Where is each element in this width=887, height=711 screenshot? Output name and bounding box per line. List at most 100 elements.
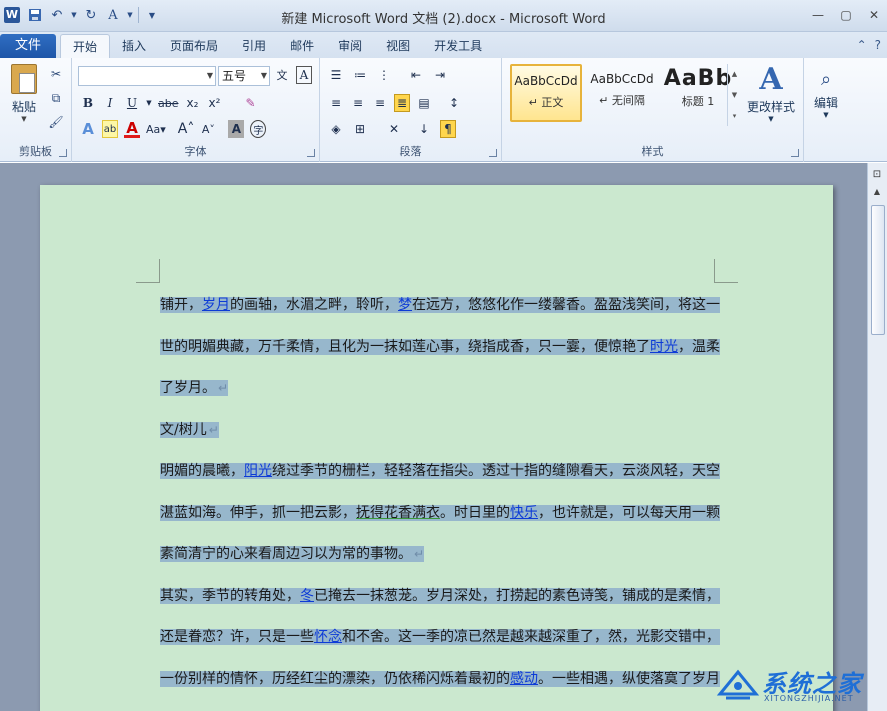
cut-icon[interactable]: ✂ [48, 66, 64, 82]
clipboard-launcher-icon[interactable] [59, 149, 67, 157]
selected-text[interactable]: 文/树儿 ↵ [160, 421, 219, 438]
document-line[interactable]: 还是眷恋？许，只是一些怀念和不舍。这一季的凉已然是越来越深重了，然，光影交错中， [160, 617, 720, 657]
document-line[interactable]: 湛蓝如海。伸手，抓一把云影，抚得花香满衣。时日里的快乐，也许就是，可以每天用一颗 [160, 493, 720, 533]
selected-text[interactable]: 其实，季节的转角处，冬已掩去一抹葱茏。岁月深处，打捞起的素色诗笺，铺成的是柔情， [160, 587, 720, 604]
font-color-icon[interactable]: A [124, 119, 140, 138]
font-size-combobox[interactable]: 五号 ▼ [218, 66, 270, 86]
document-line[interactable]: 世的明媚典藏，万千柔情，且化为一抹如莲心事，绕指成香，只一霎，便惊艳了时光，温柔 [160, 327, 720, 367]
document-area[interactable]: 铺开，岁月的画轴，水湄之畔，聆听，梦在远方，悠悠化作一缕馨香。盈盈浅笑间，将这一… [0, 163, 867, 711]
sort-icon[interactable]: ↓ [416, 120, 432, 138]
copy-icon[interactable]: ⧉ [48, 90, 64, 106]
tab-insert[interactable]: 插入 [110, 34, 158, 58]
line-spacing-icon[interactable]: ↕ [446, 94, 462, 112]
highlight-icon[interactable]: ab [102, 120, 118, 138]
paste-button[interactable]: 粘贴 ▼ [6, 64, 42, 134]
minimize-ribbon-icon[interactable]: ⌃ [857, 38, 867, 52]
scroll-thumb[interactable] [871, 205, 885, 335]
tab-review[interactable]: 审阅 [326, 34, 374, 58]
change-styles-button[interactable]: A 更改样式 ▼ [742, 62, 800, 123]
multilevel-list-icon[interactable]: ⋮ [376, 66, 392, 84]
selected-text[interactable]: 湛蓝如海。伸手，抓一把云影，抚得花香满衣。时日里的快乐，也许就是，可以每天用一颗 [160, 504, 720, 521]
format-painter-icon[interactable]: 🖌 [48, 114, 64, 130]
chinese-layout-icon[interactable]: ✕ [386, 120, 402, 138]
document-page[interactable]: 铺开，岁月的画轴，水湄之畔，聆听，梦在远方，悠悠化作一缕馨香。盈盈浅笑间，将这一… [40, 185, 833, 711]
document-line[interactable]: 素简清宁的心来看周边习以为常的事物。 ↵ [160, 534, 425, 574]
borders-icon[interactable]: ⊞ [352, 120, 368, 138]
selected-text[interactable]: 一份别样的情怀，历经红尘的漂染，仍依稀闪烁着最初的感动。一些相遇，纵使落寞了岁月 [160, 670, 720, 687]
font-launcher-icon[interactable] [307, 149, 315, 157]
gallery-down-icon[interactable]: ▼ [732, 91, 737, 99]
selected-text[interactable]: 明媚的晨曦，阳光绕过季节的栅栏，轻轻落在指尖。透过十指的缝隙看天，云淡风轻，天空 [160, 463, 720, 479]
shrink-font-icon[interactable]: A˅ [200, 120, 216, 138]
scroll-up-icon[interactable]: ▲ [868, 187, 886, 203]
hyperlink[interactable]: 怀念 [314, 629, 342, 645]
increase-indent-icon[interactable]: ⇥ [432, 66, 448, 84]
show-formatting-marks-icon[interactable]: ¶ [440, 120, 456, 138]
decrease-indent-icon[interactable]: ⇤ [408, 66, 424, 84]
hyperlink[interactable]: 梦 [398, 297, 412, 313]
document-line[interactable]: 其实，季节的转角处，冬已掩去一抹葱茏。岁月深处，打捞起的素色诗笺，铺成的是柔情， [160, 576, 720, 616]
style-normal[interactable]: AaBbCcDd ↵ 正文 [510, 64, 582, 122]
minimize-icon[interactable]: — [809, 6, 827, 24]
bullets-icon[interactable]: ☰ [328, 66, 344, 84]
shading-icon[interactable]: ◈ [328, 120, 344, 138]
text-effects-icon[interactable]: A [80, 120, 96, 138]
document-line[interactable]: 明媚的晨曦，阳光绕过季节的栅栏，轻轻落在指尖。透过十指的缝隙看天，云淡风轻，天空 [160, 451, 720, 491]
styles-launcher-icon[interactable] [791, 149, 799, 157]
help-icon[interactable]: ? [875, 38, 881, 52]
hyperlink[interactable]: 感动 [510, 671, 538, 687]
enclose-characters-icon[interactable]: 字 [250, 120, 267, 138]
selected-text[interactable]: 铺开，岁月的画轴，水湄之畔，聆听，梦在远方，悠悠化作一缕馨香。盈盈浅笑间，将这一 [160, 297, 720, 313]
font-size-dropdown-icon[interactable]: ▼ [261, 67, 267, 85]
close-icon[interactable]: ✕ [865, 6, 883, 24]
font-name-dropdown-icon[interactable]: ▼ [207, 67, 213, 85]
document-line[interactable]: 文/树儿 ↵ [160, 410, 219, 450]
paragraph-launcher-icon[interactable] [489, 149, 497, 157]
character-border-icon[interactable]: A [296, 66, 312, 84]
style-no-spacing[interactable]: AaBbCcDd ↵ 无间隔 [586, 64, 658, 122]
grow-font-icon[interactable]: A˄ [178, 120, 195, 138]
tab-file[interactable]: 文件 [0, 34, 56, 58]
subscript-button[interactable]: x₂ [185, 94, 201, 112]
document-line[interactable]: 铺开，岁月的画轴，水湄之畔，聆听，梦在远方，悠悠化作一缕馨香。盈盈浅笑间，将这一 [160, 285, 720, 325]
clear-formatting-icon[interactable]: ✎ [243, 94, 259, 112]
document-line[interactable]: 一份别样的情怀，历经红尘的漂染，仍依稀闪烁着最初的感动。一些相遇，纵使落寞了岁月 [160, 659, 720, 699]
gallery-more-icon[interactable]: ▾ [733, 112, 737, 120]
underline-button[interactable]: U [124, 94, 140, 112]
numbering-icon[interactable]: ≔ [352, 66, 368, 84]
phonetic-guide-icon[interactable]: 文 [274, 66, 290, 84]
superscript-button[interactable]: x² [207, 94, 223, 112]
hyperlink[interactable]: 快乐 [510, 505, 538, 521]
ruler-toggle-icon[interactable]: ⊡ [868, 169, 886, 187]
bold-button[interactable]: B [80, 94, 96, 112]
align-right-icon[interactable]: ≡ [372, 94, 388, 112]
vertical-scrollbar[interactable]: ⊡ ▲ [867, 163, 887, 711]
hyperlink[interactable]: 冬 [300, 588, 314, 604]
maximize-icon[interactable]: ▢ [837, 6, 855, 24]
style-heading-1[interactable]: AaBb 标题 1 [662, 64, 734, 122]
selected-text[interactable]: 了岁月。 ↵ [160, 380, 229, 396]
font-name-combobox[interactable]: ▼ [78, 66, 216, 86]
underline-dropdown-icon[interactable]: ▼ [146, 94, 152, 112]
editing-button[interactable]: ⌕ 编辑 ▼ [808, 66, 844, 119]
character-shading-icon[interactable]: A [228, 120, 245, 138]
selected-text[interactable]: 世的明媚典藏，万千柔情，且化为一抹如莲心事，绕指成香，只一霎，便惊艳了时光，温柔 [160, 338, 720, 355]
strikethrough-button[interactable]: abe [158, 94, 179, 112]
gallery-up-icon[interactable]: ▲ [732, 70, 737, 78]
document-line[interactable]: 了岁月。 ↵ [160, 368, 229, 408]
align-left-icon[interactable]: ≡ [328, 94, 344, 112]
hyperlink[interactable]: 阳光 [244, 463, 272, 479]
distributed-icon[interactable]: ▤ [416, 94, 432, 112]
tab-page-layout[interactable]: 页面布局 [158, 34, 230, 58]
italic-button[interactable]: I [102, 94, 118, 112]
hyperlink[interactable]: 时光 [650, 339, 678, 355]
tab-home[interactable]: 开始 [60, 34, 111, 58]
tab-developer[interactable]: 开发工具 [422, 34, 494, 58]
hyperlink[interactable]: 岁月 [202, 297, 230, 313]
justify-icon[interactable]: ≣ [394, 94, 410, 112]
tab-mailings[interactable]: 邮件 [278, 34, 326, 58]
selected-text[interactable]: 还是眷恋？许，只是一些怀念和不舍。这一季的凉已然是越来越深重了，然，光影交错中， [160, 629, 720, 645]
selected-text[interactable]: 素简清宁的心来看周边习以为常的事物。 ↵ [160, 546, 425, 562]
align-center-icon[interactable]: ≡ [350, 94, 366, 112]
tab-view[interactable]: 视图 [374, 34, 422, 58]
